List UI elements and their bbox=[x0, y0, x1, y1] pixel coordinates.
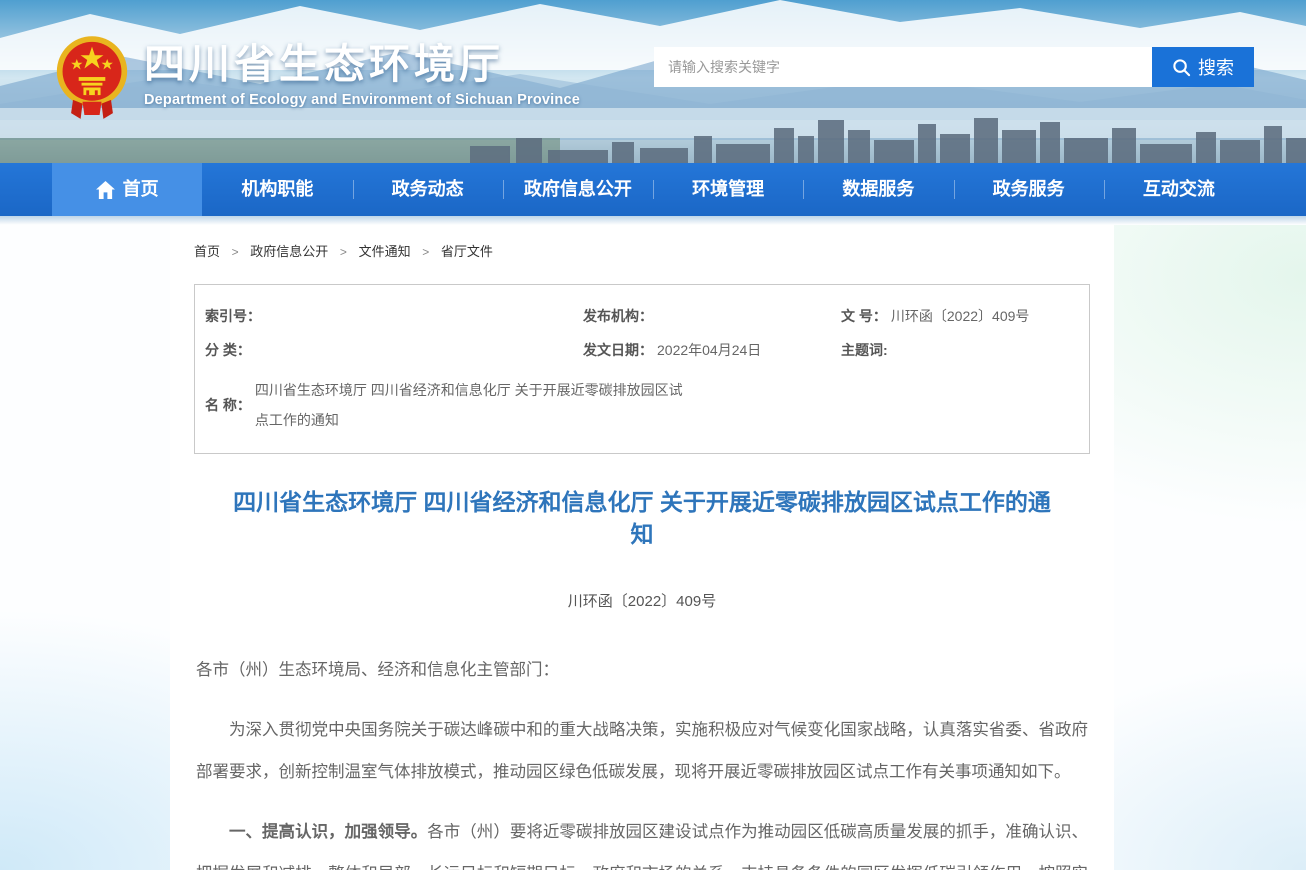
site-logo: 四川省生态环境厅 Department of Ecology and Envir… bbox=[54, 33, 580, 123]
search-icon bbox=[1172, 58, 1191, 77]
search-input[interactable] bbox=[654, 47, 1152, 87]
breadcrumb-home[interactable]: 首页 bbox=[194, 244, 220, 259]
nav-item-gov-services[interactable]: 政务服务 bbox=[954, 163, 1104, 216]
nav-item-label: 环境管理 bbox=[692, 163, 764, 216]
breadcrumb: 首页 > 政府信息公开 > 文件通知 > 省厅文件 bbox=[194, 241, 1090, 260]
meta-docno-value: 川环函〔2022〕409号 bbox=[891, 305, 1030, 327]
site-titles: 四川省生态环境厅 Department of Ecology and Envir… bbox=[144, 33, 580, 108]
nav-item-label: 数据服务 bbox=[842, 163, 914, 216]
meta-docno: 文 号： 川环函〔2022〕409号 bbox=[841, 305, 1073, 327]
breadcrumb-dept-files[interactable]: 省厅文件 bbox=[441, 244, 493, 259]
breadcrumb-separator: > bbox=[232, 245, 239, 259]
meta-category: 分 类： bbox=[205, 339, 583, 361]
national-emblem-icon bbox=[54, 33, 130, 123]
article-title: 四川省生态环境厅 四川省经济和信息化厅 关于开展近零碳排放园区试点工作的通知 bbox=[224, 486, 1060, 550]
meta-category-label: 分 类： bbox=[205, 339, 251, 361]
nav-item-label: 互动交流 bbox=[1143, 163, 1215, 216]
meta-keywords: 主题词: bbox=[841, 339, 1073, 361]
article-body: 各市（州）生态环境局、经济和信息化主管部门： 为深入贯彻党中央国务院关于碳达峰碳… bbox=[196, 649, 1088, 870]
meta-index: 索引号： bbox=[205, 305, 583, 327]
nav-item-interaction[interactable]: 互动交流 bbox=[1104, 163, 1254, 216]
nav-item-label: 政务服务 bbox=[993, 163, 1065, 216]
breadcrumb-separator: > bbox=[422, 245, 429, 259]
breadcrumb-file-notices[interactable]: 文件通知 bbox=[359, 244, 411, 259]
meta-agency-label: 发布机构： bbox=[583, 305, 653, 327]
site-title-cn: 四川省生态环境厅 bbox=[144, 41, 580, 88]
meta-keywords-label: 主题词: bbox=[841, 339, 888, 361]
nav-item-gov-news[interactable]: 政务动态 bbox=[353, 163, 503, 216]
nav-item-env-management[interactable]: 环境管理 bbox=[653, 163, 803, 216]
search-bar: 搜索 bbox=[654, 47, 1254, 87]
article-paragraph-2-lead: 一、提高认识，加强领导。 bbox=[229, 823, 427, 841]
nav-shadow bbox=[0, 216, 1306, 225]
home-icon bbox=[96, 181, 115, 199]
nav-item-home[interactable]: 首页 bbox=[52, 163, 202, 216]
main-nav: 首页 机构职能 政务动态 政府信息公开 环境管理 数据服务 政务服务 互动交流 bbox=[0, 163, 1306, 216]
meta-date-label: 发文日期： bbox=[583, 339, 653, 361]
meta-name: 名 称： 四川省生态环境厅 四川省经济和信息化厅 关于开展近零碳排放园区试点工作… bbox=[205, 375, 1073, 435]
page-background: 首页 > 政府信息公开 > 文件通知 > 省厅文件 索引号： 发布机构： 文 号… bbox=[0, 225, 1306, 870]
article-paragraph-1: 为深入贯彻党中央国务院关于碳达峰碳中和的重大战略决策，实施积极应对气候变化国家战… bbox=[196, 709, 1088, 793]
meta-date-value: 2022年04月24日 bbox=[657, 339, 761, 361]
site-banner: 四川省生态环境厅 Department of Ecology and Envir… bbox=[0, 0, 1306, 163]
breadcrumb-separator: > bbox=[340, 245, 347, 259]
document-meta-box: 索引号： 发布机构： 文 号： 川环函〔2022〕409号 分 类： 发文日期： bbox=[194, 284, 1090, 454]
meta-name-value: 四川省生态环境厅 四川省经济和信息化厅 关于开展近零碳排放园区试点工作的通知 bbox=[255, 375, 695, 435]
content-panel: 首页 > 政府信息公开 > 文件通知 > 省厅文件 索引号： 发布机构： 文 号… bbox=[170, 225, 1114, 870]
nav-item-data-services[interactable]: 数据服务 bbox=[803, 163, 953, 216]
nav-item-label: 政府信息公开 bbox=[524, 163, 632, 216]
nav-item-org-functions[interactable]: 机构职能 bbox=[202, 163, 352, 216]
article-paragraph-2: 一、提高认识，加强领导。各市（州）要将近零碳排放园区建设试点作为推动园区低碳高质… bbox=[196, 811, 1088, 870]
breadcrumb-info-disclosure[interactable]: 政府信息公开 bbox=[250, 244, 328, 259]
nav-item-label: 机构职能 bbox=[241, 163, 313, 216]
meta-date: 发文日期： 2022年04月24日 bbox=[583, 339, 841, 361]
nav-item-label: 首页 bbox=[123, 163, 159, 216]
meta-docno-label: 文 号： bbox=[841, 305, 887, 327]
search-button[interactable]: 搜索 bbox=[1152, 47, 1254, 87]
meta-agency: 发布机构： bbox=[583, 305, 841, 327]
nav-item-info-disclosure[interactable]: 政府信息公开 bbox=[503, 163, 653, 216]
nav-item-label: 政务动态 bbox=[392, 163, 464, 216]
meta-name-label: 名 称： bbox=[205, 395, 251, 415]
meta-index-label: 索引号： bbox=[205, 305, 261, 327]
article-salutation: 各市（州）生态环境局、经济和信息化主管部门： bbox=[196, 649, 1088, 691]
site-title-en: Department of Ecology and Environment of… bbox=[144, 92, 580, 108]
article-doc-number: 川环函〔2022〕409号 bbox=[194, 590, 1090, 611]
search-button-label: 搜索 bbox=[1198, 54, 1234, 80]
